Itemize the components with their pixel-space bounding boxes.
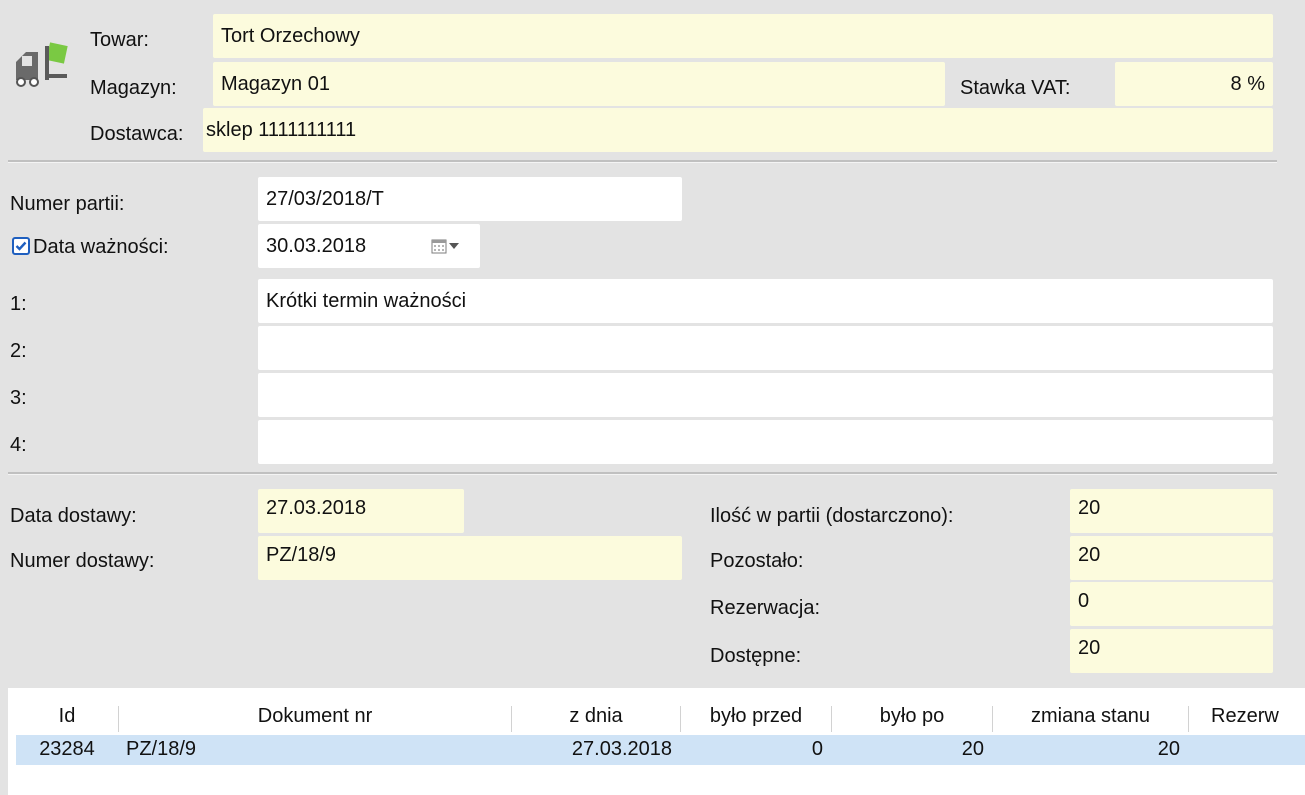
dostawca-label: Dostawca: bbox=[90, 123, 184, 145]
note-2-label: 2: bbox=[10, 340, 27, 362]
cell-bylo-przed: 0 bbox=[811, 738, 823, 760]
cell-z-dnia: 27.03.2018 bbox=[571, 738, 672, 760]
forklift-icon bbox=[12, 40, 70, 92]
cell-dokument: PZ/18/9 bbox=[126, 738, 197, 760]
history-table[interactable]: Id Dokument nr z dnia było przed było po… bbox=[8, 688, 1305, 795]
stawka-vat-label: Stawka VAT: bbox=[960, 77, 1071, 99]
dostepne-label: Dostępne: bbox=[710, 645, 802, 667]
column-header-zmiana-stanu[interactable]: zmiana stanu bbox=[993, 704, 1188, 728]
data-dostawy-label: Data dostawy: bbox=[10, 505, 137, 527]
note-3-label: 3: bbox=[10, 387, 27, 409]
rezerwacja-label: Rezerwacja: bbox=[710, 597, 821, 619]
note-1-input[interactable]: Krótki termin ważności bbox=[258, 279, 1273, 323]
cell-bylo-po: 20 bbox=[961, 738, 984, 760]
note-1-label: 1: bbox=[10, 293, 27, 315]
column-header-id[interactable]: Id bbox=[16, 704, 118, 728]
note-4-input[interactable] bbox=[258, 420, 1273, 464]
calendar-dropdown-button[interactable] bbox=[425, 234, 469, 258]
towar-label: Towar: bbox=[90, 29, 149, 51]
data-waznosci-label: Data ważności: bbox=[33, 236, 169, 258]
column-header-z-dnia[interactable]: z dnia bbox=[512, 704, 680, 728]
table-row[interactable]: 23284 PZ/18/9 27.03.2018 0 20 20 bbox=[16, 735, 1305, 765]
column-header-bylo-po[interactable]: było po bbox=[832, 704, 992, 728]
data-waznosci-value: 30.03.2018 bbox=[266, 235, 367, 257]
numer-dostawy-label: Numer dostawy: bbox=[10, 550, 155, 572]
calendar-icon bbox=[431, 239, 447, 254]
separator-top bbox=[8, 160, 1277, 163]
column-header-bylo-przed[interactable]: było przed bbox=[681, 704, 831, 728]
note-3-input[interactable] bbox=[258, 373, 1273, 417]
magazyn-label: Magazyn: bbox=[90, 77, 177, 99]
data-dostawy-field[interactable]: 27.03.2018 bbox=[258, 489, 464, 533]
chevron-down-icon bbox=[449, 243, 459, 249]
towar-field[interactable]: Tort Orzechowy bbox=[213, 14, 1273, 58]
cell-id: 23284 bbox=[39, 738, 95, 760]
numer-dostawy-field[interactable]: PZ/18/9 bbox=[258, 536, 682, 580]
column-header-rezerwacja[interactable]: Rezerw bbox=[1189, 704, 1305, 728]
dostawca-field[interactable]: sklep 1111111111 bbox=[203, 108, 1273, 152]
separator-middle bbox=[8, 472, 1277, 475]
ilosc-field[interactable]: 20 bbox=[1070, 489, 1273, 533]
magazyn-field[interactable]: Magazyn 01 bbox=[213, 62, 945, 106]
note-2-input[interactable] bbox=[258, 326, 1273, 370]
pozostalo-field[interactable]: 20 bbox=[1070, 536, 1273, 580]
note-4-label: 4: bbox=[10, 434, 27, 456]
rezerwacja-field[interactable]: 0 bbox=[1070, 582, 1273, 626]
numer-partii-label: Numer partii: bbox=[10, 193, 125, 215]
cell-zmiana-stanu: 20 bbox=[1157, 738, 1180, 760]
data-waznosci-checkbox[interactable] bbox=[12, 237, 30, 255]
dostepne-field[interactable]: 20 bbox=[1070, 629, 1273, 673]
pozostalo-label: Pozostało: bbox=[710, 550, 804, 572]
cell-rezerwacja bbox=[1189, 737, 1305, 763]
column-header-dokument[interactable]: Dokument nr bbox=[119, 704, 511, 728]
ilosc-label: Ilość w partii (dostarczono): bbox=[710, 505, 954, 527]
stawka-vat-field[interactable]: 8 % bbox=[1115, 62, 1273, 106]
numer-partii-input[interactable]: 27/03/2018/T bbox=[258, 177, 682, 221]
